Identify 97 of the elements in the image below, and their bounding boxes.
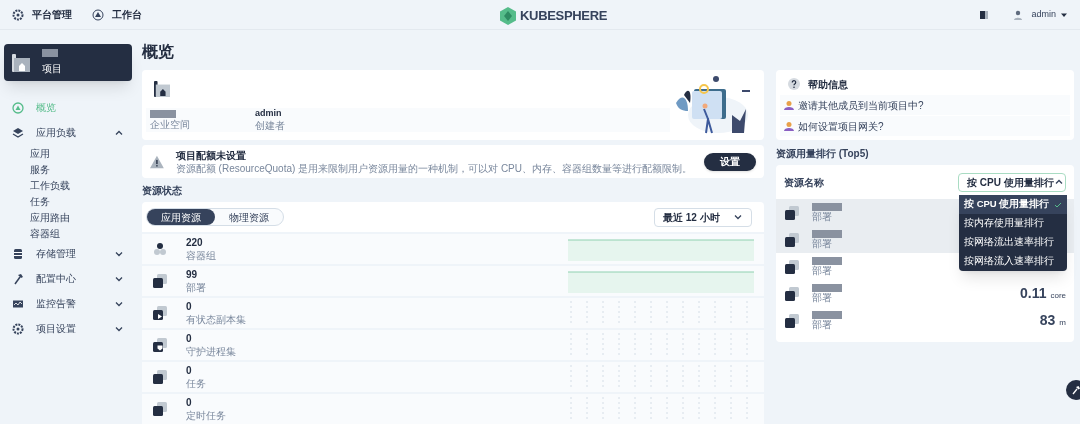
sort-option[interactable]: 按网络流入速率排行 [959,252,1067,271]
resource-count: 0 [186,300,193,313]
time-range-select[interactable]: 最近 12 小时 [654,207,752,227]
help-link[interactable]: 邀请其他成员到当前项目中? [780,95,1070,115]
section-heading: 资源用量排行 (Top5) [776,147,870,161]
user-menu[interactable]: admin [1031,7,1068,22]
resource-label: 定时任务 [186,408,227,422]
sidebar-subitem[interactable]: 工作负载 [4,177,132,193]
creator-name: admin [255,108,283,119]
sidebar-subitem[interactable]: 任务 [4,193,132,209]
resource-count: 99 [186,268,199,281]
sidebar-subitem[interactable]: 应用路由 [4,209,132,225]
resource-type: 部署 [812,210,832,223]
resource-type: 部署 [812,291,832,304]
stacked-squares-icon [152,401,168,417]
resource-type: 部署 [812,318,832,331]
help-title: 帮助信息 [808,77,848,92]
dashboard-icon [92,8,104,21]
resource-count: 0 [186,396,193,409]
sidebar-item[interactable]: 监控告警 [4,291,132,316]
section-heading: 资源状态 [142,184,183,198]
database-icon [12,247,24,260]
logo-text: KUBESPHERE [520,7,608,25]
resource-label: 守护进程集 [186,344,237,358]
sidebar-subitem[interactable]: 服务 [4,161,132,177]
resource-label: 容器组 [186,248,217,262]
workspace-label: 企业空间 [150,117,191,131]
column-heading: 资源名称 [784,175,824,190]
redacted-block [812,256,842,265]
redacted-block [812,202,842,211]
usage-value: 0.11 [1019,284,1047,303]
page-title: 概览 [142,42,175,62]
resource-type: 部署 [812,237,832,250]
resource-tab[interactable]: 物理资源 [215,209,283,225]
hexagon-logo-icon [500,6,516,25]
usage-value: 83 [1039,311,1056,330]
book-icon[interactable] [979,9,990,20]
help-link[interactable]: 如何设置项目网关? [780,116,1070,136]
top-nav-link[interactable]: 工作台 [92,7,142,22]
dashboard-icon [12,101,24,114]
redacted-block [42,49,58,57]
person-icon [784,121,794,131]
sidebar-item[interactable]: 项目设置 [4,316,132,341]
sidebar-item[interactable]: 配置中心 [4,266,132,291]
resource-tab[interactable]: 应用资源 [147,209,215,225]
settings-icon [12,322,24,335]
stacked-squares-icon [784,204,800,221]
alert-title: 项目配额未设置 [175,148,247,162]
usage-unit: core [1050,290,1066,302]
hammer-icon [1071,385,1080,395]
sidebar-subitem[interactable]: 应用 [4,145,132,161]
hammer-icon [12,272,24,285]
alert-description: 资源配额 (ResourceQuota) 是用来限制用户资源用量的一种机制，可以对 CPU、内存、容器组数量等进行配额限制。 [175,161,692,175]
checkmark-icon [1054,200,1062,209]
redacted-block [812,310,842,319]
person-icon [784,100,794,110]
tools-button[interactable] [1066,380,1080,400]
sort-option[interactable]: 按内存使用量排行 [959,214,1067,233]
shield-box-icon [152,337,168,353]
stacked-squares-icon [784,231,800,248]
resource-count: 220 [186,236,204,249]
sort-select[interactable]: 按 CPU 使用量排行 [958,172,1066,192]
pods-icon [152,241,168,257]
stacked-squares-icon [784,258,800,275]
resource-label: 任务 [186,376,207,390]
resource-label: 部署 [186,280,207,294]
settings-icon [12,8,24,21]
project-icon [12,53,30,72]
settings-button[interactable]: 设置 [704,152,756,171]
sort-option[interactable]: 按 CPU 使用量排行 [959,195,1067,214]
sidebar-item[interactable]: 存储管理 [4,241,132,266]
layers-icon [12,126,24,139]
creator-label: 创建者 [255,119,285,132]
usage-unit: m [1059,317,1066,329]
user-icon [1013,9,1024,20]
redacted-block [150,109,176,118]
project-type: 项目 [42,62,62,76]
project-icon [154,81,170,97]
resource-count: 0 [186,332,193,345]
sidebar-subitem[interactable]: 容器组 [4,225,132,241]
redacted-block [812,229,842,238]
question-icon [788,78,800,90]
chevron-icon [733,212,743,222]
stacked-squares-icon [152,369,168,385]
resource-count: 0 [186,364,193,377]
resource-label: 有状态副本集 [186,312,247,326]
stacked-squares-icon [784,285,800,302]
resource-type: 部署 [812,264,832,277]
top-nav-link[interactable]: 平台管理 [12,7,72,22]
stacked-squares-icon [152,273,168,289]
redacted-block [812,283,842,292]
sidebar-item[interactable]: 应用负载 [4,120,132,145]
chevron-icon [1053,177,1064,187]
play-box-icon [152,305,168,321]
stacked-squares-icon [784,312,800,329]
sort-option[interactable]: 按网络流出速率排行 [959,233,1067,252]
project-card[interactable]: 项目 [4,44,132,81]
